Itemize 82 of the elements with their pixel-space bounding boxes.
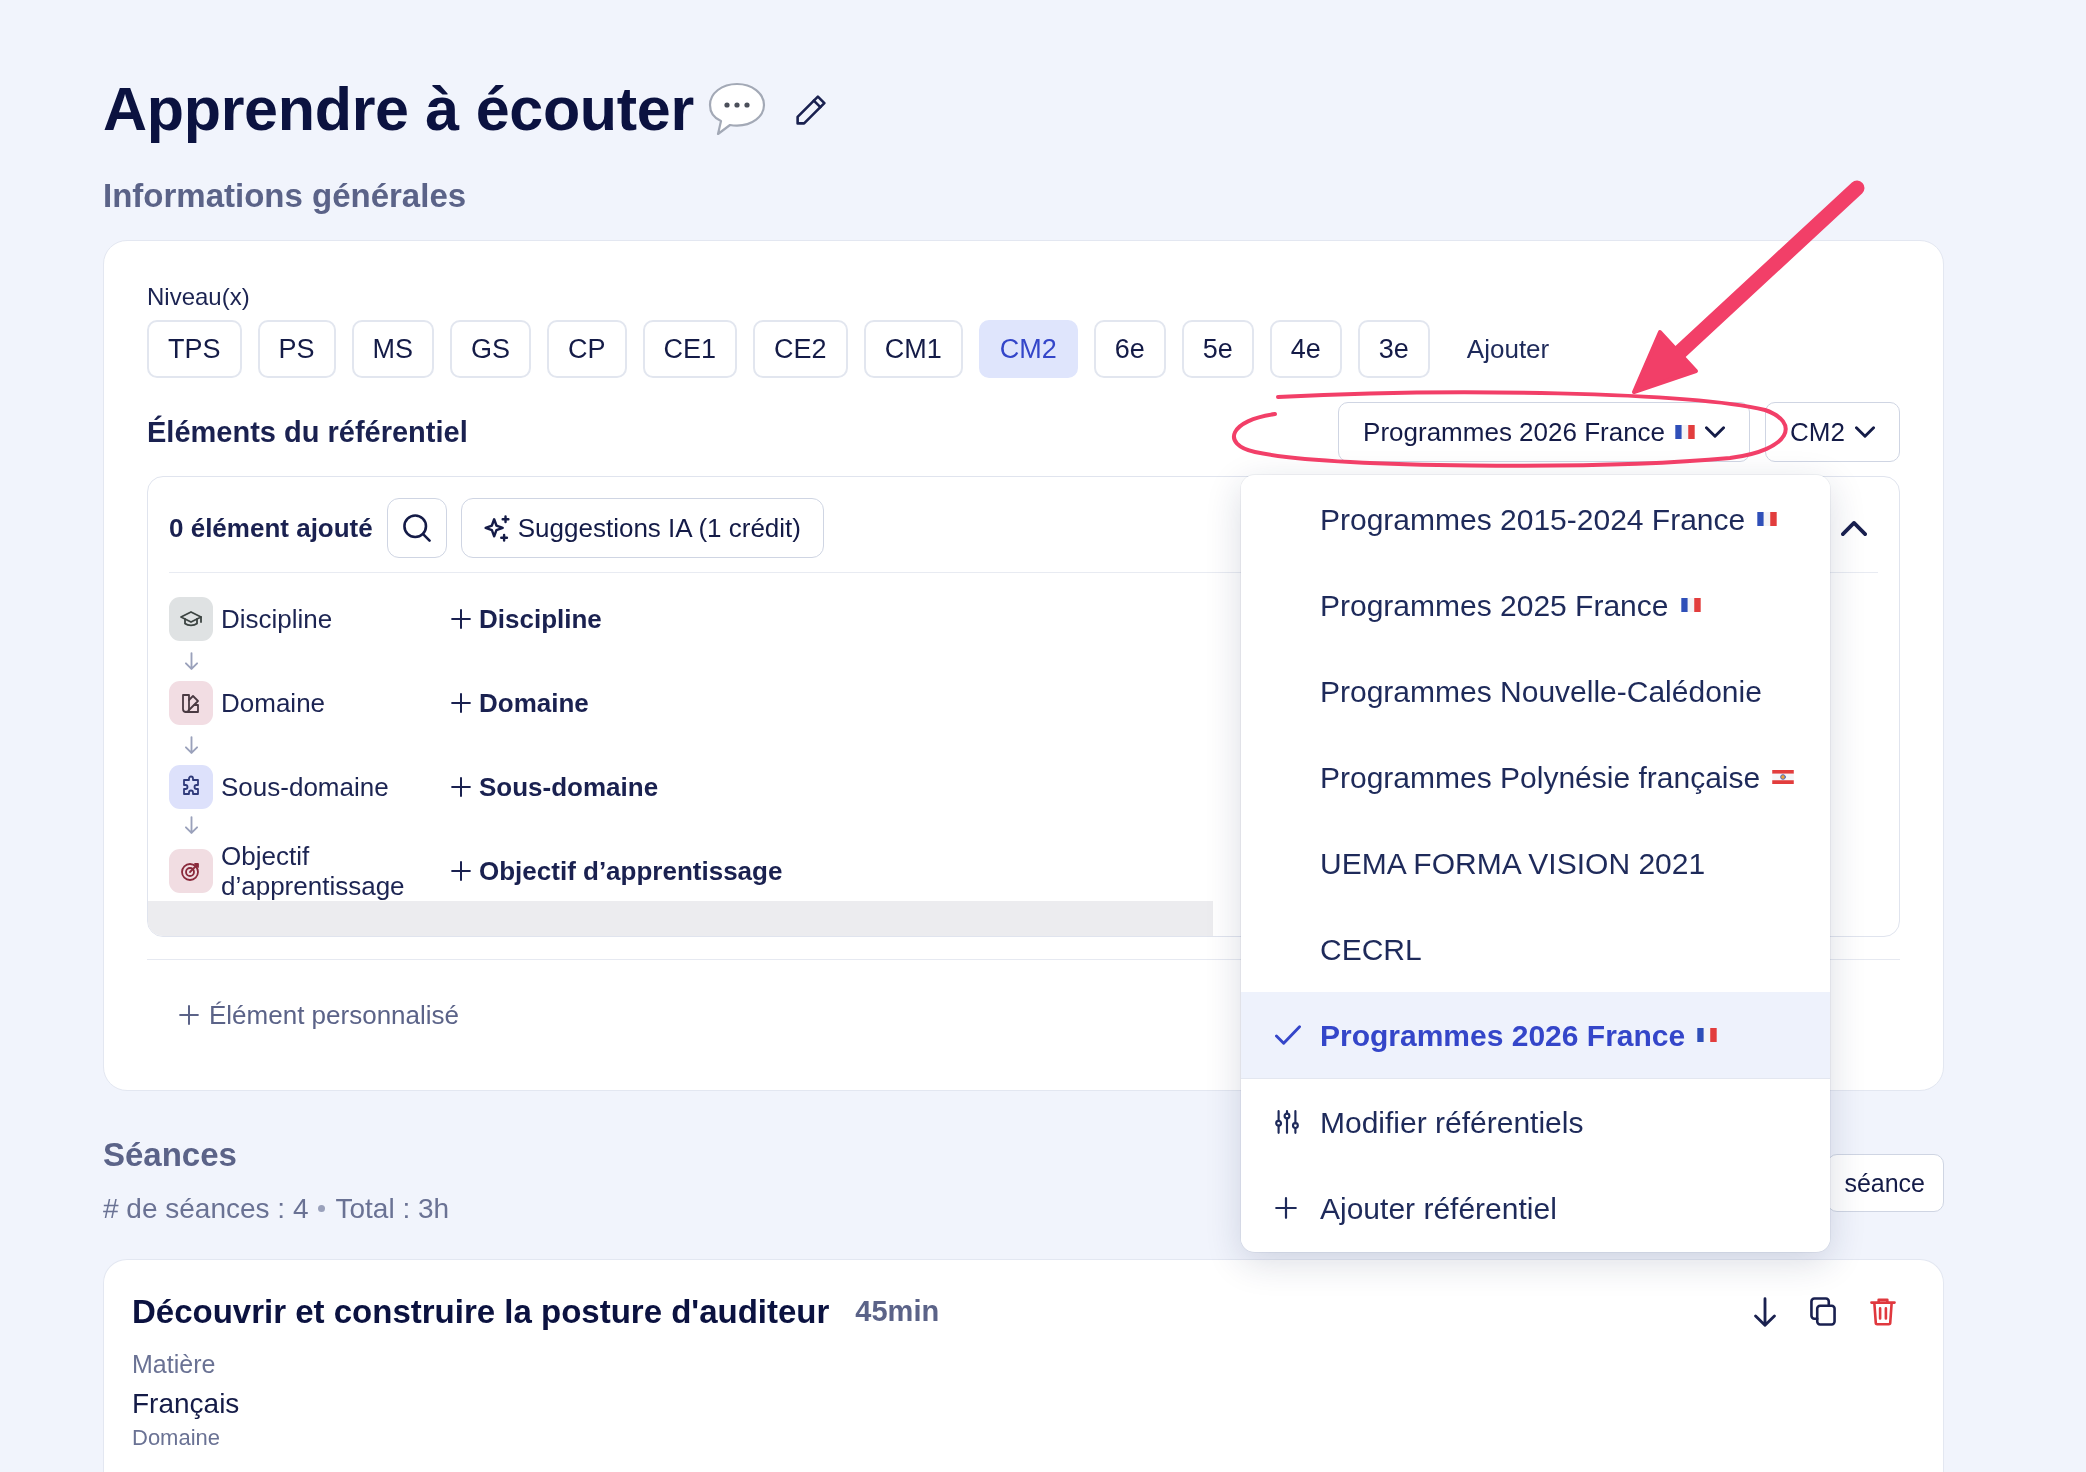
level-chip[interactable]: TPS [147, 320, 242, 379]
custom-element-button[interactable]: Élément personnalisé [179, 995, 460, 1036]
flag-icon [1680, 598, 1701, 612]
session-stat: # de séances : 4 [103, 1193, 309, 1225]
plus-icon [1275, 1197, 1297, 1219]
referential-select[interactable]: Programmes 2026 France [1338, 402, 1751, 463]
menu-option[interactable]: Programmes Nouvelle-Calédonie [1241, 648, 1830, 734]
hierarchy-label: Sous-domaine [221, 772, 390, 803]
menu-action[interactable]: Ajouter référentiel [1241, 1165, 1830, 1251]
field-label: Matière [132, 1350, 216, 1380]
page-title: Apprendre à écouter [103, 73, 694, 145]
menu-option[interactable]: Programmes 2026 France [1241, 992, 1830, 1078]
add-level-link[interactable]: Ajouter [1466, 329, 1550, 369]
field-label: Domaine [132, 1426, 221, 1451]
arrow-down-icon[interactable] [1754, 1296, 1776, 1327]
swatch-tile-icon [169, 681, 213, 726]
arrow-down-icon [184, 816, 198, 835]
level-chip[interactable]: 6e [1093, 320, 1166, 379]
add-session-button[interactable]: séance [1827, 1154, 1944, 1213]
flag-icon [1697, 1028, 1718, 1042]
session-duration: 45min [855, 1294, 940, 1329]
sliders-icon [1275, 1110, 1299, 1134]
trash-icon[interactable] [1870, 1297, 1896, 1326]
element-count: 0 élément ajouté [169, 511, 373, 545]
levels-label: Niveau(x) [147, 282, 250, 312]
level-chip[interactable]: CM2 [978, 320, 1078, 379]
target-tile-icon [169, 849, 213, 894]
plus-icon [451, 861, 471, 882]
suggestions-button[interactable]: Suggestions IA (1 crédit) [460, 498, 824, 559]
copy-icon[interactable] [1810, 1297, 1836, 1327]
scrollbar[interactable] [148, 901, 1213, 937]
add-item-button[interactable]: Sous-domaine [451, 767, 659, 807]
puzzle-tile-icon [169, 765, 213, 810]
session-stat: Total : 3h [335, 1193, 450, 1225]
flag-icon [1675, 425, 1696, 440]
flag-icon [1757, 512, 1778, 526]
flag-icon [1772, 770, 1795, 784]
bullet-icon [318, 1205, 326, 1213]
arrow-down-icon [184, 736, 198, 755]
sparkle-icon [483, 514, 510, 542]
add-item-button[interactable]: Domaine [451, 683, 589, 723]
level-chip[interactable]: CM1 [863, 320, 963, 379]
level-chip[interactable]: CP [547, 320, 627, 379]
menu-option[interactable]: Programmes 2015-2024 France [1241, 476, 1830, 562]
session-title: Découvrir et construire la posture d'auditeur [132, 1292, 830, 1331]
menu-option[interactable]: Programmes Polynésie française [1241, 734, 1830, 820]
level-chip[interactable]: PS [257, 320, 336, 379]
menu-action[interactable]: Modifier référentiels [1241, 1079, 1830, 1165]
menu-option[interactable]: UEMA FORMA VISION 2021 [1241, 820, 1830, 906]
level-select[interactable]: CM2 [1765, 402, 1900, 463]
section-heading: Séances [103, 1135, 237, 1175]
level-chip[interactable]: 4e [1269, 320, 1342, 379]
arrow-down-icon [184, 652, 198, 671]
graduation-cap-tile-icon [169, 597, 213, 642]
speech-bubble-icon [707, 82, 766, 137]
chevron-down-icon [1705, 426, 1726, 439]
search-icon [402, 514, 431, 543]
level-chip[interactable]: MS [351, 320, 435, 379]
hierarchy-label: Objectif d’apprentissage [221, 841, 406, 902]
plus-icon [179, 1005, 199, 1026]
section-heading: Informations générales [103, 176, 467, 216]
level-chip[interactable]: CE1 [642, 320, 738, 379]
hierarchy-label: Domaine [221, 688, 327, 719]
level-chip[interactable]: 5e [1181, 320, 1254, 379]
level-chip[interactable]: CE2 [753, 320, 848, 379]
level-chip[interactable]: 3e [1357, 320, 1430, 379]
check-icon [1275, 1025, 1301, 1045]
pencil-icon[interactable] [795, 94, 826, 125]
hierarchy-label: Discipline [221, 604, 334, 635]
plus-icon [451, 777, 471, 798]
chevron-down-icon [1855, 426, 1875, 439]
plus-icon [451, 693, 471, 714]
chevron-up-icon[interactable] [1841, 520, 1867, 536]
menu-option[interactable]: Programmes 2025 France [1241, 562, 1830, 648]
plus-icon [451, 609, 471, 630]
field-value: Français [132, 1387, 240, 1422]
elements-heading: Éléments du référentiel [147, 414, 468, 450]
add-item-button[interactable]: Objectif d’apprentissage [451, 851, 783, 891]
level-chip[interactable]: GS [450, 320, 532, 379]
menu-option[interactable]: CECRL [1241, 906, 1830, 992]
add-item-button[interactable]: Discipline [451, 599, 602, 639]
search-button[interactable] [386, 498, 447, 559]
